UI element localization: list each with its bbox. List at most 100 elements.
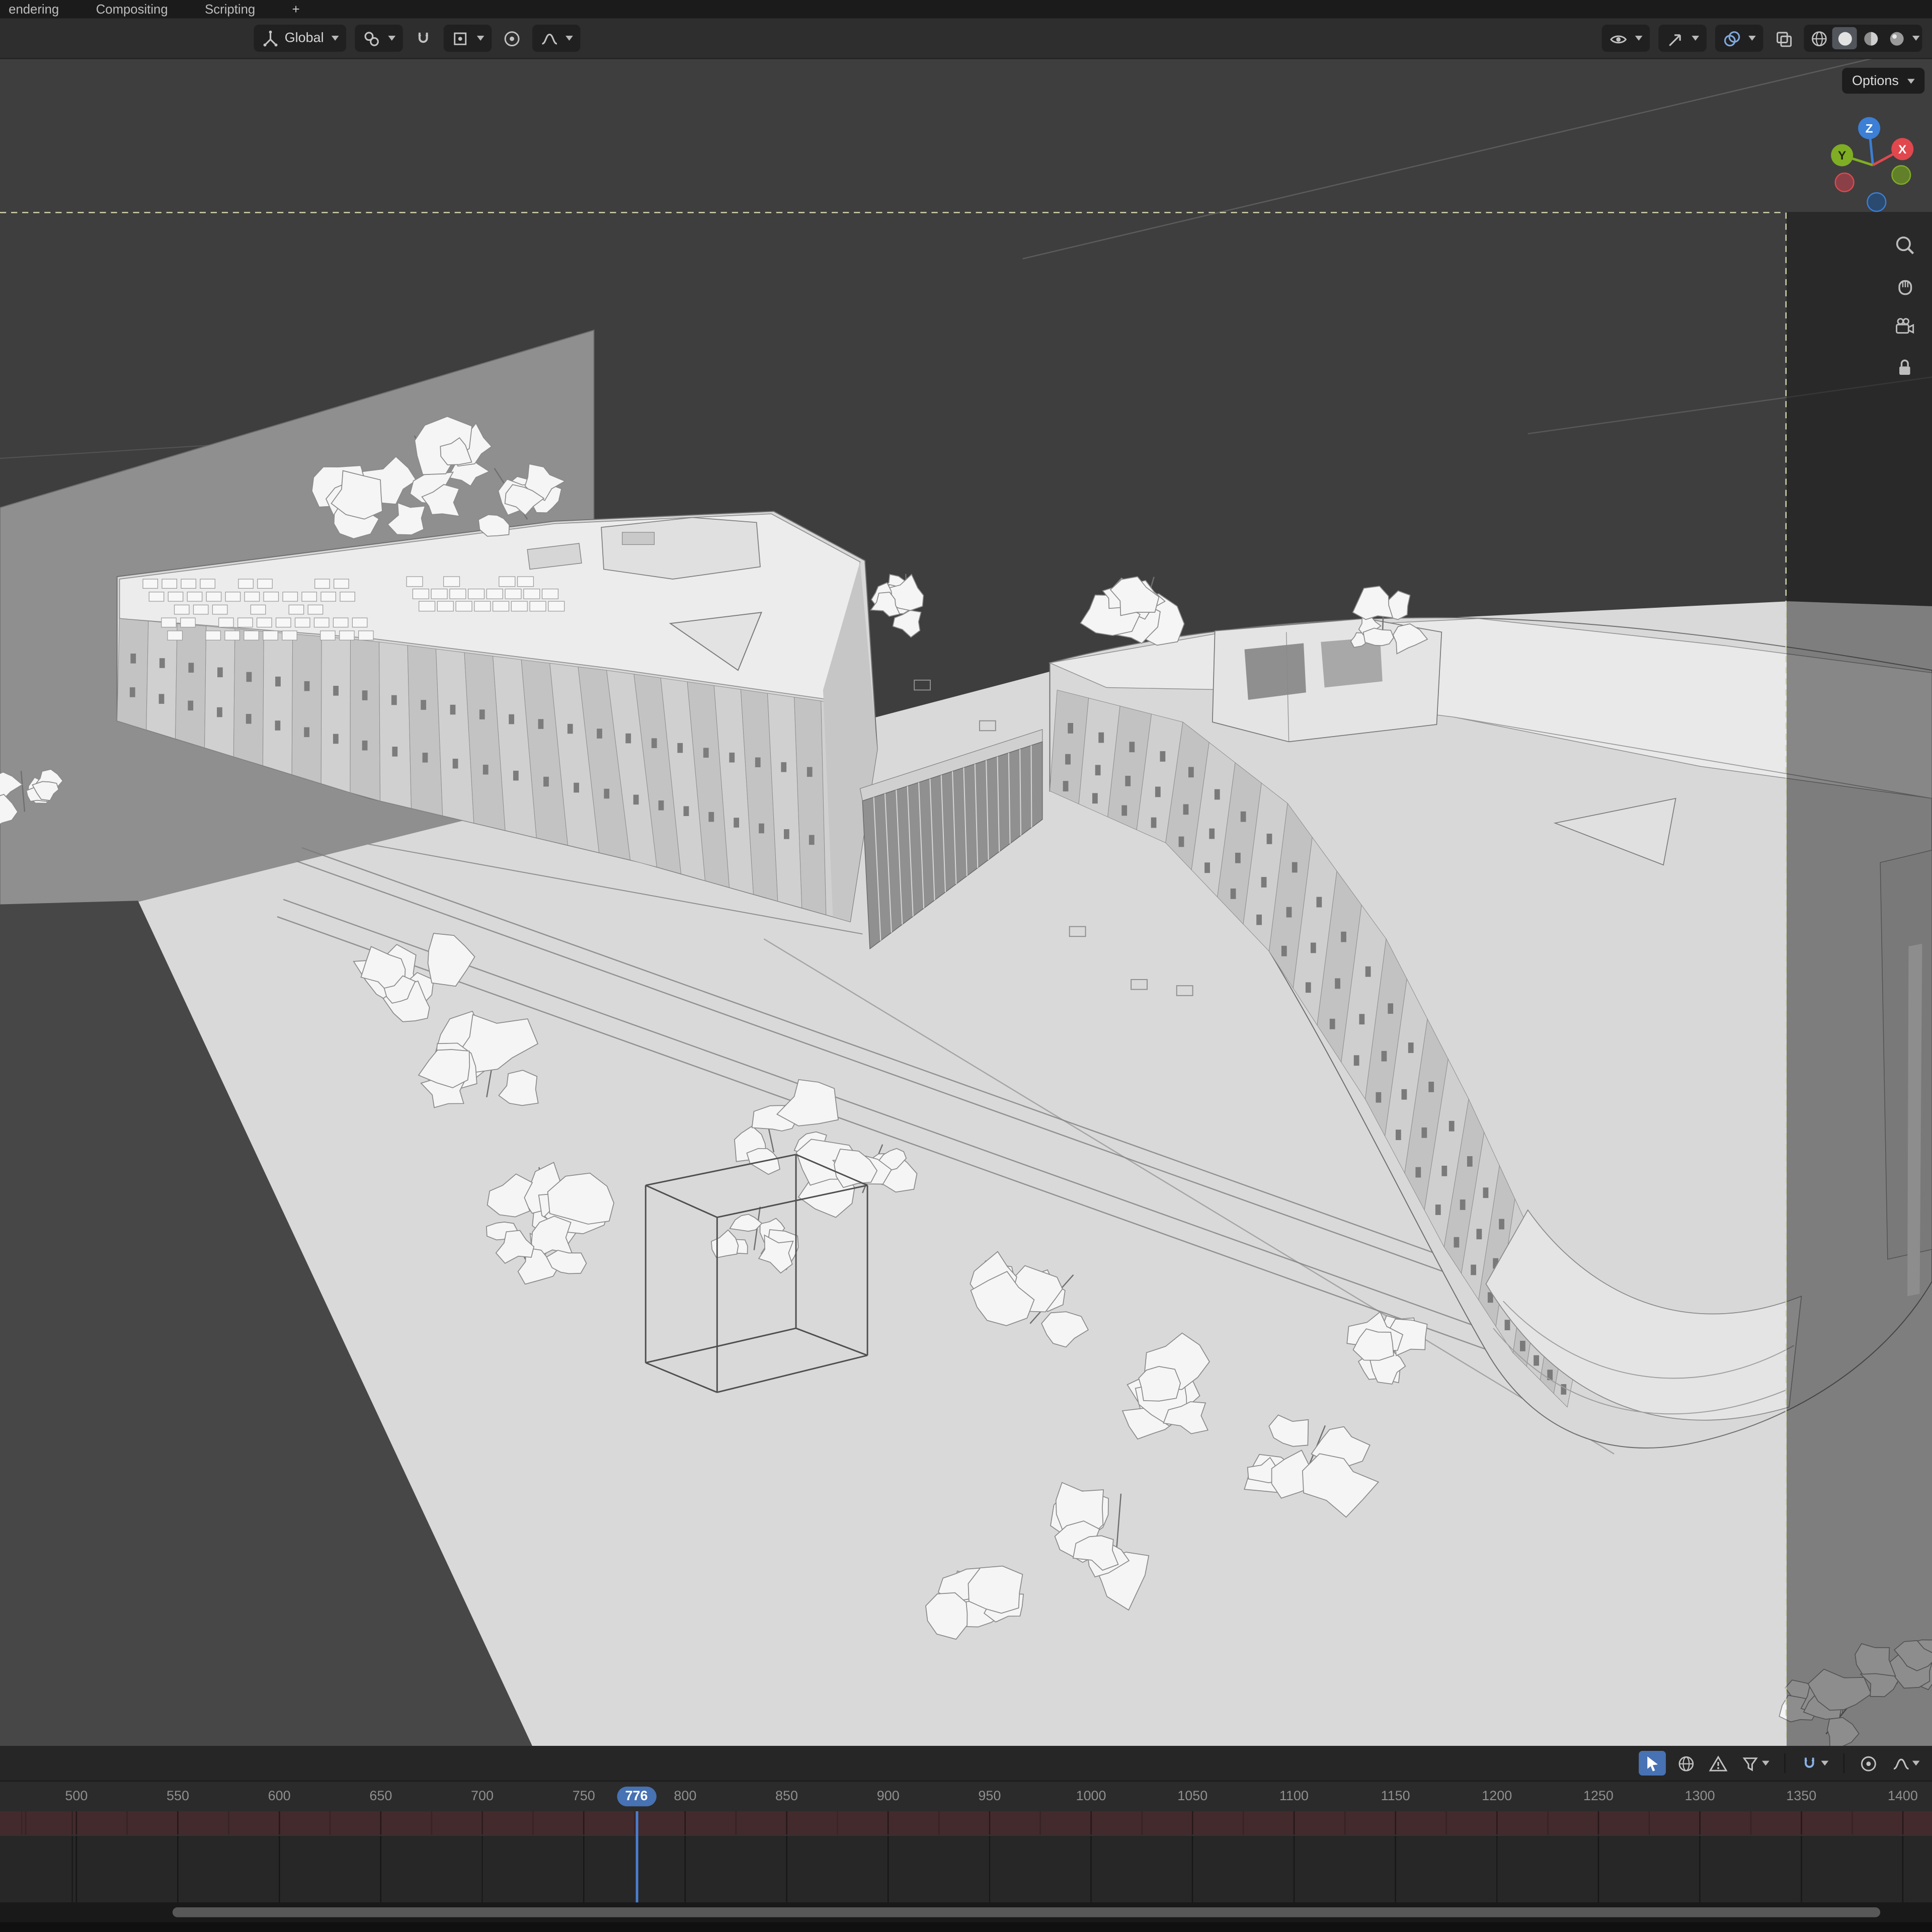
frame-tick-label: 1400 <box>1888 1789 1918 1804</box>
gizmo-x-label: X <box>1898 143 1907 156</box>
snap-toggle-button[interactable] <box>411 25 435 52</box>
shading-wireframe-button[interactable] <box>1806 27 1831 49</box>
scrollbar-thumb[interactable] <box>173 1907 1880 1917</box>
lock-icon[interactable] <box>1894 356 1916 378</box>
filter-icon <box>1741 1754 1759 1773</box>
shading-material-button[interactable] <box>1858 27 1883 49</box>
playhead-line[interactable] <box>635 1811 638 1902</box>
timeline-falloff-dropdown[interactable] <box>1889 1751 1922 1776</box>
overlays-dropdown[interactable] <box>1715 25 1763 52</box>
frame-tick-label: 550 <box>167 1789 189 1804</box>
frame-tick-label: 1250 <box>1583 1789 1614 1804</box>
frame-tick-label: 800 <box>674 1789 696 1804</box>
chevron-down-icon <box>388 36 395 41</box>
frame-tick-label: 1100 <box>1279 1789 1309 1804</box>
frame-tick-label: 1200 <box>1482 1789 1512 1804</box>
shading-rendered-icon <box>1887 29 1906 48</box>
frame-tick-label: 1000 <box>1076 1789 1106 1804</box>
cursor-select-button[interactable] <box>1639 1751 1666 1776</box>
viewport-header: Global <box>0 19 1932 59</box>
xray-toggle-button[interactable] <box>1772 25 1796 52</box>
visibility-eye-icon <box>1609 29 1628 48</box>
snap-with-dropdown[interactable] <box>443 25 492 52</box>
xray-icon <box>1775 29 1793 48</box>
tab-compositing[interactable]: Compositing <box>92 2 172 17</box>
add-workspace-button[interactable]: + <box>288 2 303 17</box>
chevron-down-icon <box>1635 36 1643 41</box>
viewport-side-tools <box>1894 234 1916 378</box>
frame-tick-label: 750 <box>573 1789 595 1804</box>
divider <box>1843 1753 1844 1773</box>
scene-canvas[interactable] <box>0 59 1932 1746</box>
proportional-icon <box>1860 1754 1878 1773</box>
transform-orientation-dropdown[interactable]: Global <box>254 25 346 52</box>
timeline-range-band[interactable] <box>0 1811 1932 1835</box>
options-dropdown[interactable]: Options <box>1842 68 1924 94</box>
chevron-down-icon <box>1692 36 1699 41</box>
visibility-dropdown[interactable] <box>1602 25 1650 52</box>
warning-icon <box>1709 1754 1728 1773</box>
viewport-3d[interactable]: Options Z Y X <box>0 59 1932 1746</box>
proportional-editing-button[interactable] <box>500 25 524 52</box>
timeline-editor: 776 500550600650700750800850900950100010… <box>0 1746 1932 1932</box>
chevron-down-icon <box>476 36 484 41</box>
pan-hand-icon[interactable] <box>1894 275 1916 297</box>
tab-rendering[interactable]: endering <box>5 2 63 17</box>
gizmo-y-label: Y <box>1838 149 1846 163</box>
gizmo-x-neg-axis[interactable] <box>1835 173 1854 192</box>
frame-tick-label: 1150 <box>1381 1789 1410 1804</box>
chevron-down-icon <box>566 36 573 41</box>
current-frame-indicator[interactable]: 776 <box>616 1787 656 1806</box>
gizmo-y-neg-axis[interactable] <box>1892 166 1910 184</box>
proportional-editing-icon <box>503 29 521 48</box>
timeline-proportional-button[interactable] <box>1857 1751 1881 1776</box>
chevron-down-icon <box>1912 1761 1920 1766</box>
tab-scripting[interactable]: Scripting <box>201 2 259 17</box>
shading-mode-group <box>1804 25 1922 52</box>
gizmo-z-label: Z <box>1866 122 1873 135</box>
falloff-curve-icon <box>539 29 558 48</box>
chevron-down-icon <box>1912 36 1920 41</box>
snap-blue-icon <box>1800 1754 1819 1773</box>
overlays-icon <box>1723 29 1741 48</box>
timeline-channels[interactable] <box>0 1835 1932 1903</box>
workspace-tabbar: endering Compositing Scripting + <box>0 0 1932 19</box>
timeline-snap-dropdown[interactable] <box>1798 1751 1831 1776</box>
frame-tick-label: 650 <box>369 1789 392 1804</box>
chevron-down-icon <box>1907 78 1915 84</box>
chevron-down-icon <box>331 36 339 41</box>
timeline-ruler[interactable]: 776 500550600650700750800850900950100010… <box>0 1782 1932 1811</box>
frame-tick-label: 900 <box>877 1789 900 1804</box>
frame-tick-label: 950 <box>978 1789 1001 1804</box>
snap-magnet-icon <box>414 29 432 48</box>
cursor-select-icon <box>1644 1754 1661 1773</box>
navigation-gizmo[interactable]: Z Y X <box>1828 111 1917 219</box>
gizmos-dropdown[interactable] <box>1658 25 1707 52</box>
blender-window: endering Compositing Scripting + Global <box>0 0 1932 1932</box>
shading-solid-icon <box>1835 29 1854 48</box>
frame-tick-label: 600 <box>268 1789 291 1804</box>
timeline-header <box>0 1746 1932 1782</box>
filter-dropdown[interactable] <box>1739 1751 1772 1776</box>
timeline-scrollbar <box>0 1902 1932 1932</box>
pivot-link-icon <box>362 29 381 48</box>
falloff-dropdown[interactable] <box>532 25 580 52</box>
options-label: Options <box>1852 73 1899 88</box>
pivot-point-dropdown[interactable] <box>355 25 403 52</box>
chevron-down-icon <box>1748 36 1756 41</box>
frame-tick-label: 1050 <box>1177 1789 1208 1804</box>
shading-solid-button[interactable] <box>1832 27 1857 49</box>
frame-tick-label: 1350 <box>1786 1789 1816 1804</box>
zoom-icon[interactable] <box>1894 234 1916 256</box>
sync-globe-button[interactable] <box>1674 1751 1698 1776</box>
divider <box>1784 1753 1785 1773</box>
shading-rendered-button[interactable] <box>1884 27 1908 49</box>
camera-view-icon[interactable] <box>1894 315 1916 338</box>
chevron-down-icon <box>1821 1761 1829 1766</box>
snap-with-icon <box>451 29 469 48</box>
frame-tick-label: 850 <box>775 1789 798 1804</box>
warning-button[interactable] <box>1707 1751 1730 1776</box>
chevron-down-icon <box>1762 1761 1769 1766</box>
gizmo-z-neg-axis[interactable] <box>1867 193 1886 211</box>
orientation-value: Global <box>285 31 324 45</box>
